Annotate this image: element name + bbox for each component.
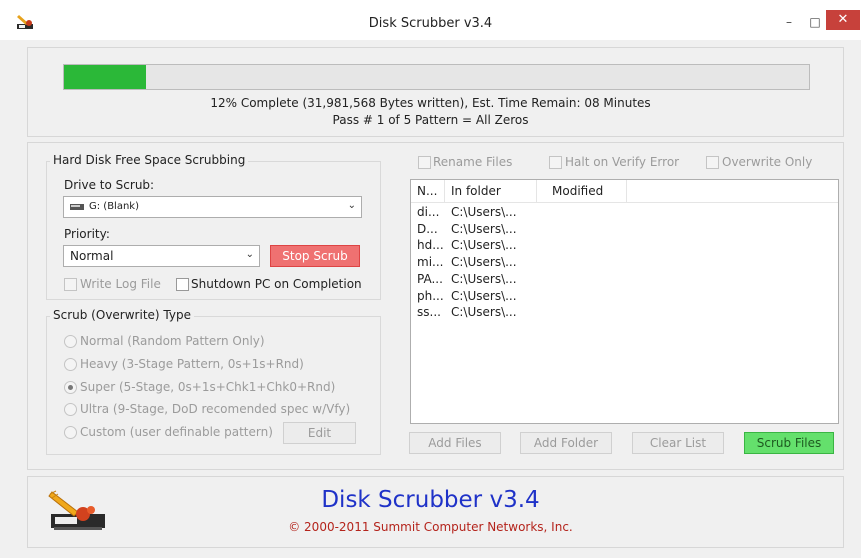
file-name: di... [417, 205, 440, 219]
pass-status-text: Pass # 1 of 5 Pattern = All Zeros [332, 113, 529, 127]
file-name: hd... [417, 238, 444, 252]
file-name: ss... [417, 305, 441, 319]
column-header-name[interactable]: N... [417, 184, 437, 198]
write-log-checkbox[interactable] [64, 278, 77, 291]
column-divider[interactable] [536, 180, 537, 202]
rename-files-label: Rename Files [433, 155, 513, 169]
radio-button[interactable] [64, 358, 77, 371]
progress-bar [63, 64, 810, 90]
maximize-button[interactable]: □ [808, 14, 822, 32]
halt-verify-label: Halt on Verify Error [565, 155, 680, 169]
shutdown-checkbox[interactable] [176, 278, 189, 291]
rename-files-checkbox[interactable] [418, 156, 431, 169]
close-button[interactable]: ✕ [826, 10, 860, 30]
hard-disk-group-title: Hard Disk Free Space Scrubbing [50, 153, 249, 167]
scrub-type-label: Super (5-Stage, 0s+1s+Chk1+Chk0+Rnd) [80, 380, 336, 394]
footer-app-title: Disk Scrubber v3.4 [321, 487, 540, 513]
radio-button[interactable] [64, 403, 77, 416]
file-list-header: N... In folder Modified [411, 180, 838, 203]
file-name: PA... [417, 272, 443, 286]
file-folder: C:\Users\... [451, 272, 517, 286]
drive-icon [70, 204, 84, 210]
overwrite-only-checkbox[interactable] [706, 156, 719, 169]
minimize-button[interactable]: – [782, 14, 796, 32]
edit-pattern-button[interactable]: Edit [283, 422, 356, 444]
file-folder: C:\Users\... [451, 222, 517, 236]
priority-select-value: Normal [70, 249, 114, 263]
file-name: ph... [417, 289, 444, 303]
chevron-down-icon: ⌄ [245, 249, 254, 260]
drive-select[interactable]: G: (Blank) ⌄ [63, 196, 362, 218]
copyright-text: © 2000-2011 Summit Computer Networks, In… [288, 520, 573, 534]
progress-status-text: 12% Complete (31,981,568 Bytes written),… [210, 96, 651, 110]
table-row[interactable]: D... C:\Users\... [411, 221, 838, 238]
table-row[interactable]: di... C:\Users\... [411, 204, 838, 221]
column-divider[interactable] [444, 180, 445, 202]
table-row[interactable]: ph... C:\Users\... [411, 288, 838, 305]
title-bar: Disk Scrubber v3.4 – □ ✕ [0, 0, 861, 40]
priority-select[interactable]: Normal ⌄ [63, 245, 260, 267]
chevron-down-icon: ⌄ [347, 200, 356, 211]
window-title: Disk Scrubber v3.4 [368, 16, 493, 31]
add-folder-button[interactable]: Add Folder [520, 432, 612, 454]
file-folder: C:\Users\... [451, 205, 517, 219]
drive-select-value: G: (Blank) [89, 201, 139, 212]
radio-button[interactable] [64, 335, 77, 348]
table-row[interactable]: PA... C:\Users\... [411, 271, 838, 288]
column-header-folder[interactable]: In folder [451, 184, 501, 198]
add-files-button[interactable]: Add Files [409, 432, 501, 454]
halt-verify-checkbox[interactable] [549, 156, 562, 169]
scrub-type-label: Custom (user definable pattern) [80, 425, 273, 439]
scrub-type-label: Heavy (3-Stage Pattern, 0s+1s+Rnd) [80, 357, 304, 371]
overwrite-only-label: Overwrite Only [722, 155, 813, 169]
progress-bar-fill [64, 65, 146, 89]
file-list[interactable]: N... In folder Modified di... C:\Users\..… [410, 179, 839, 424]
table-row[interactable]: ss... C:\Users\... [411, 304, 838, 321]
file-folder: C:\Users\... [451, 305, 517, 319]
column-header-modified[interactable]: Modified [552, 184, 603, 198]
column-divider[interactable] [626, 180, 627, 202]
radio-button-selected[interactable] [64, 381, 77, 394]
priority-label: Priority: [64, 227, 110, 241]
clear-list-button[interactable]: Clear List [632, 432, 724, 454]
scrub-type-group-title: Scrub (Overwrite) Type [50, 308, 194, 322]
scrub-files-button[interactable]: Scrub Files [744, 432, 834, 454]
table-row[interactable]: mi... C:\Users\... [411, 254, 838, 271]
table-row[interactable]: hd... C:\Users\... [411, 237, 838, 254]
stop-scrub-button[interactable]: Stop Scrub [270, 245, 360, 267]
file-name: mi... [417, 255, 444, 269]
file-folder: C:\Users\... [451, 255, 517, 269]
write-log-label: Write Log File [80, 277, 161, 291]
scrub-type-label: Normal (Random Pattern Only) [80, 334, 265, 348]
app-window: Disk Scrubber v3.4 – □ ✕ 12% Complete (3… [0, 0, 861, 558]
radio-button[interactable] [64, 426, 77, 439]
scrub-type-label: Ultra (9-Stage, DoD recomended spec w/Vf… [80, 402, 351, 416]
file-name: D... [417, 222, 438, 236]
shutdown-label: Shutdown PC on Completion [191, 277, 362, 291]
drive-label: Drive to Scrub: [64, 178, 155, 192]
file-folder: C:\Users\... [451, 238, 517, 252]
file-folder: C:\Users\... [451, 289, 517, 303]
